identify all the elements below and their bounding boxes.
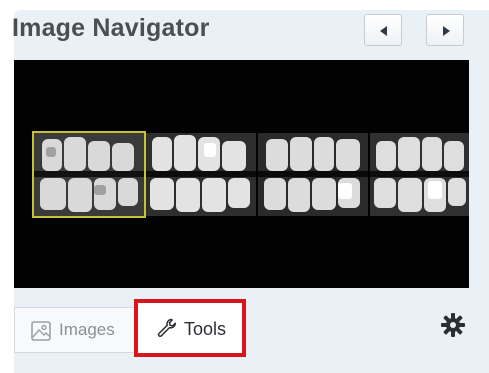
- tab-images[interactable]: Images: [14, 307, 136, 353]
- tab-images-label: Images: [59, 320, 115, 339]
- triangle-right-icon: [443, 26, 450, 36]
- wrench-icon: [156, 317, 178, 344]
- xray-thumbnail[interactable]: [258, 133, 368, 216]
- previous-button[interactable]: [364, 14, 402, 46]
- image-viewer: [14, 60, 469, 288]
- triangle-left-icon: [380, 26, 387, 36]
- picture-icon: [31, 321, 51, 346]
- tab-tools[interactable]: Tools: [134, 299, 246, 357]
- xray-thumbnail[interactable]: [146, 133, 256, 216]
- xray-thumbnail[interactable]: [32, 131, 146, 218]
- gear-icon[interactable]: [440, 312, 466, 343]
- tab-tools-label: Tools: [184, 319, 227, 339]
- xray-thumbnail[interactable]: [370, 133, 469, 216]
- next-button[interactable]: [426, 14, 464, 46]
- panel-title: Image Navigator: [12, 14, 210, 42]
